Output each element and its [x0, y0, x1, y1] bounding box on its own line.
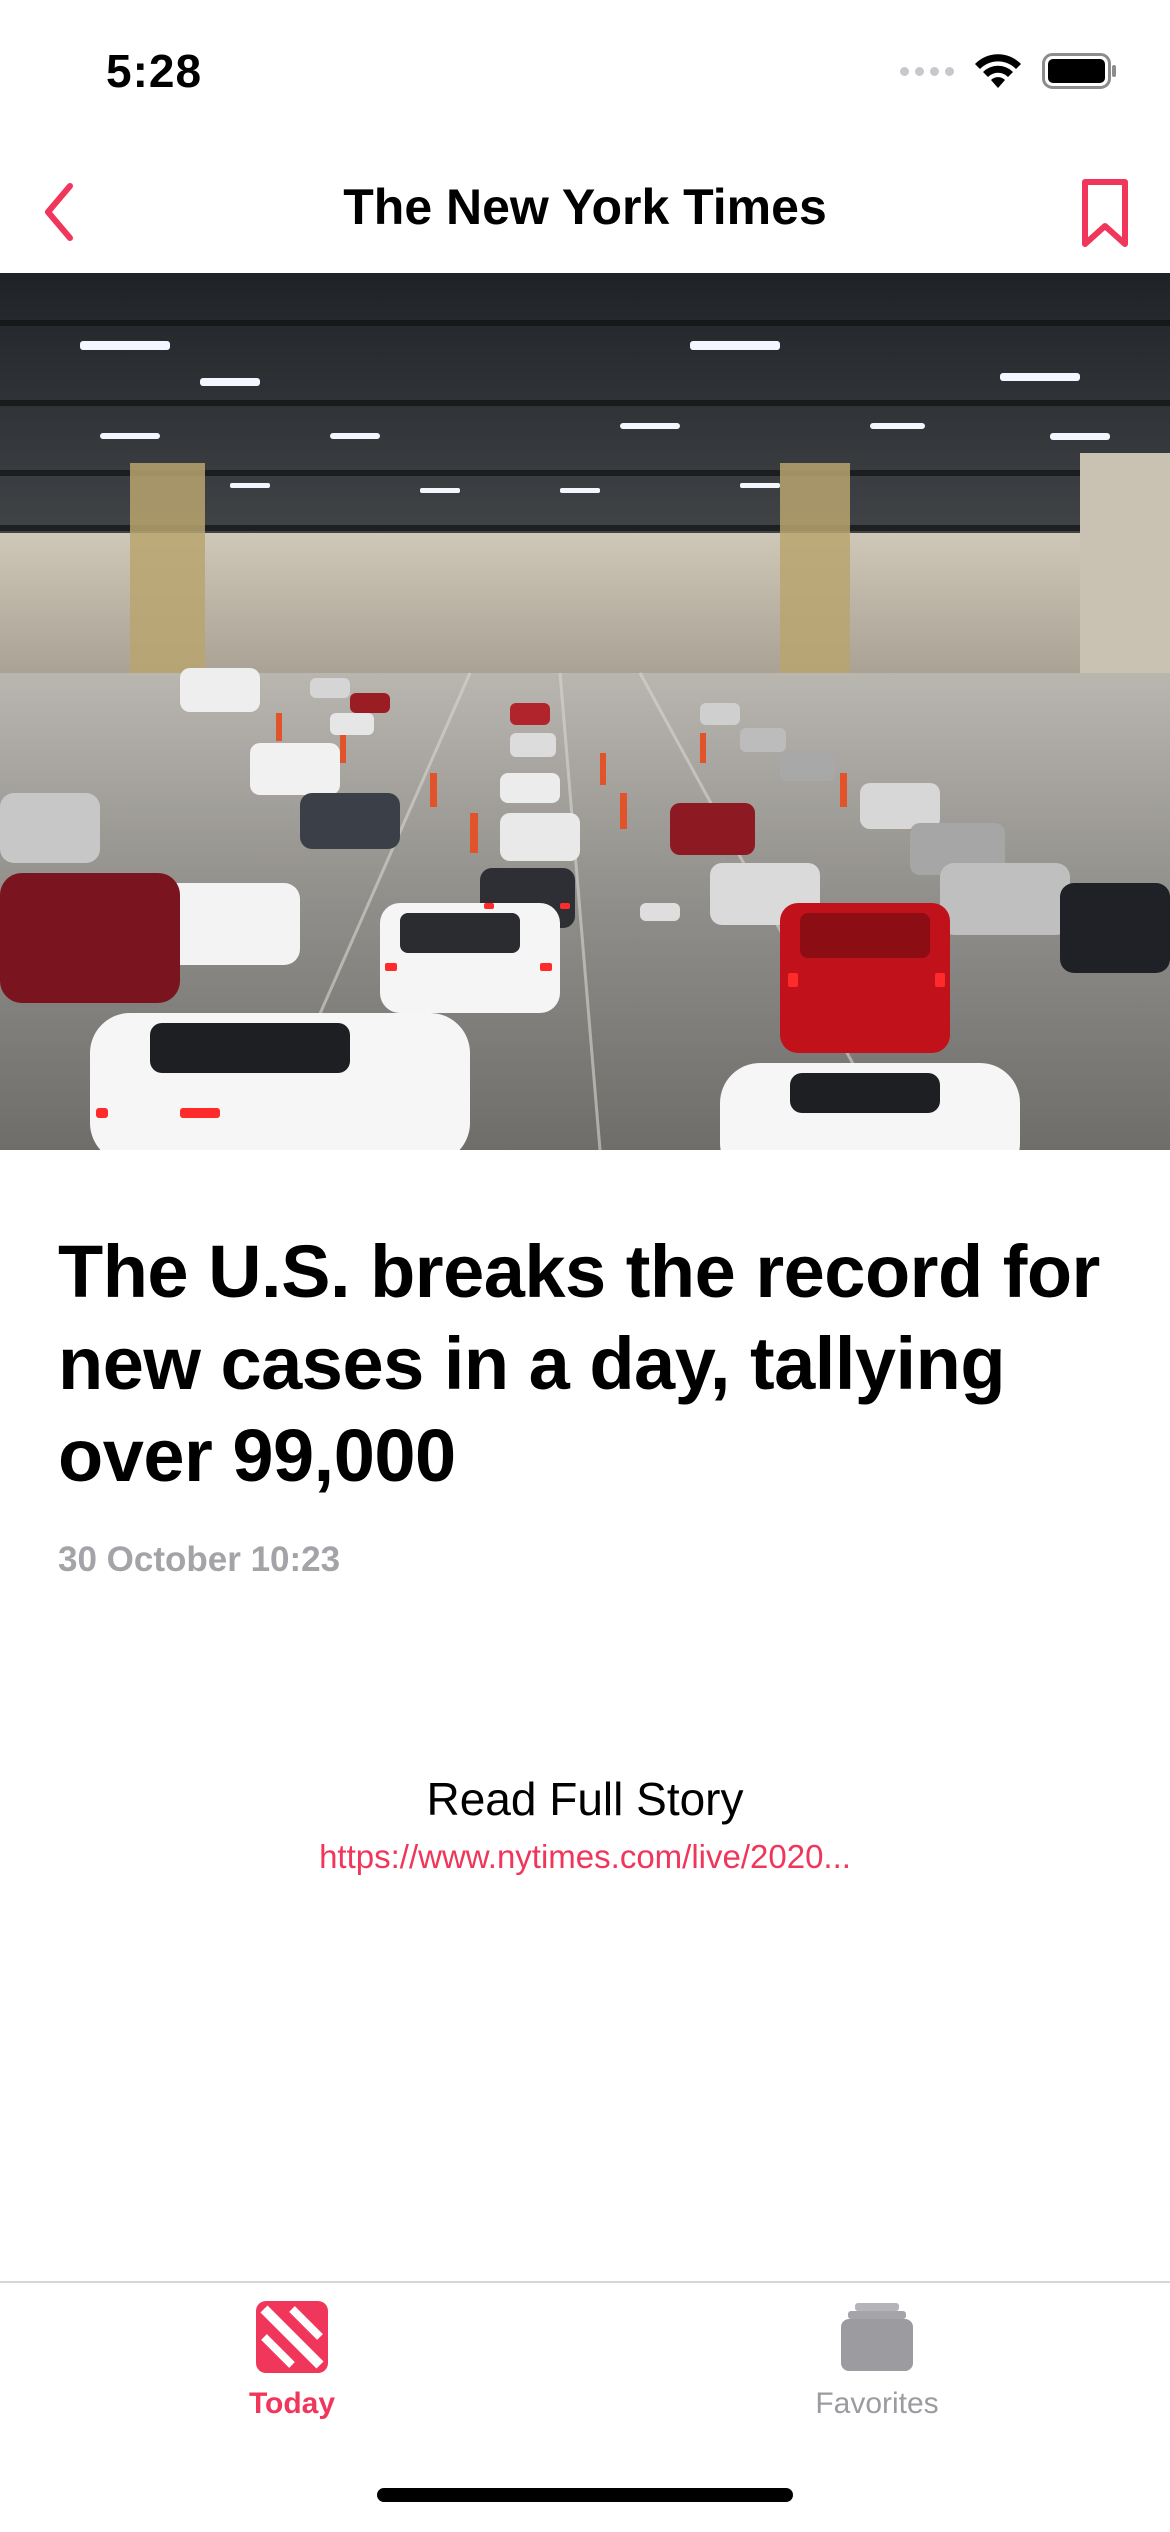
article-date: 30 October 10:23: [58, 1540, 341, 1579]
home-indicator[interactable]: [377, 2488, 793, 2502]
hero-photo-illustration: [0, 273, 1170, 1150]
full-story-link[interactable]: https://www.nytimes.com/live/2020...: [0, 1838, 1170, 1876]
status-icons: [900, 52, 1118, 90]
bookmark-button[interactable]: [1060, 168, 1150, 258]
tab-today[interactable]: Today: [142, 2301, 442, 2461]
bookmark-icon: [1082, 179, 1128, 247]
favorites-stack-icon: [841, 2303, 913, 2371]
article-hero-image: [0, 273, 1170, 1150]
tab-today-label: Today: [248, 2387, 336, 2420]
wifi-icon: [975, 54, 1021, 88]
status-bar: 5:28: [0, 0, 1170, 150]
cellular-signal-icon: [900, 66, 954, 76]
publisher-title: The New York Times: [343, 179, 827, 235]
battery-icon: [1042, 53, 1116, 89]
tab-favorites[interactable]: Favorites: [727, 2301, 1027, 2461]
read-full-story-label[interactable]: Read Full Story: [0, 1772, 1170, 1826]
navigation-bar: The New York Times: [0, 150, 1170, 274]
article-headline: The U.S. breaks the record for new cases…: [58, 1230, 1100, 1497]
news-icon: [256, 2301, 328, 2373]
status-time: 5:28: [106, 45, 203, 97]
tab-favorites-label: Favorites: [815, 2387, 939, 2420]
